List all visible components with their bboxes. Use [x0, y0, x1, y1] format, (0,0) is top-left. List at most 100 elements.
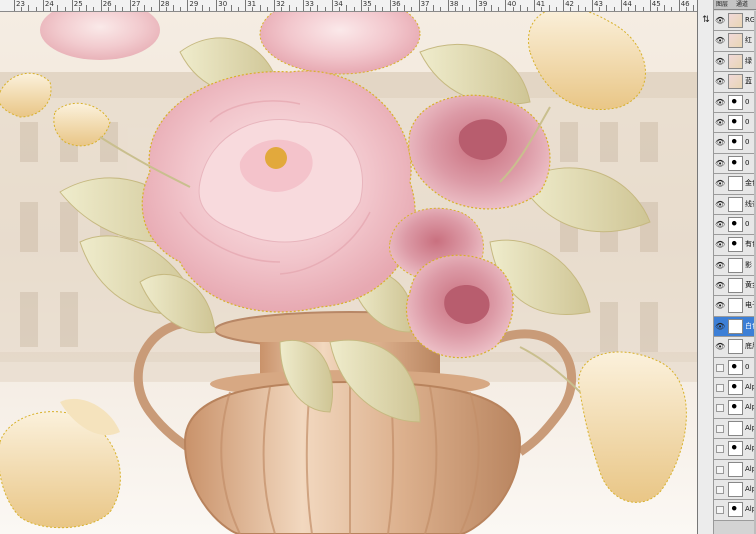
layer-row[interactable]: 👁底层	[714, 337, 755, 358]
layer-thumbnail	[728, 53, 743, 69]
layer-row[interactable]: 👁RGB	[714, 11, 755, 32]
ruler-tick	[613, 7, 615, 11]
ruler-tick	[606, 5, 608, 11]
layer-row[interactable]: 👁 0	[714, 133, 754, 154]
ruler-tick	[635, 5, 637, 11]
eye-icon[interactable]: 👁	[715, 57, 725, 67]
ruler-tick	[411, 7, 413, 11]
layer-list: 👁RGB👁红👁绿👁蓝👁0👁0👁0👁0👁金色👁线条👁0👁有色👁影👁黄金👁电子👁白色…	[714, 11, 755, 534]
ruler-tick	[180, 7, 182, 11]
eye-icon[interactable]: 👁	[715, 240, 725, 250]
ruler-tick	[201, 5, 203, 11]
layer-row[interactable]: 👁 0	[714, 92, 754, 113]
layer-row[interactable]: Alpha	[714, 418, 755, 440]
eye-icon[interactable]: 👁	[715, 261, 725, 271]
layer-thumbnail	[728, 13, 743, 28]
photoshop-window: 23 24 25 26 27 28 29 30 31 32 33 34 35 36 37 38 39 40 41 42…	[0, 0, 756, 534]
layer-thumbnail	[728, 502, 743, 518]
layer-thumbnail	[728, 94, 743, 110]
eye-icon[interactable]: 👁	[715, 220, 725, 230]
layer-row[interactable]: 👁线条	[714, 194, 755, 215]
ruler-tick	[339, 7, 341, 11]
visibility-toggle-icon[interactable]	[716, 506, 724, 515]
visibility-toggle-icon[interactable]	[716, 424, 724, 433]
eye-icon[interactable]: 👁	[715, 179, 725, 189]
visibility-toggle-icon[interactable]	[716, 404, 724, 413]
ruler-tick	[685, 7, 687, 11]
ruler-tick	[50, 7, 52, 11]
layer-row[interactable]: Alpha	[714, 459, 755, 480]
layer-row[interactable]: 👁白色	[714, 316, 755, 338]
layer-thumbnail	[728, 318, 743, 334]
ruler-tick	[498, 7, 500, 11]
layer-thumbnail	[728, 196, 743, 212]
layer-row[interactable]: 👁 0	[714, 153, 754, 175]
move-tool-icon[interactable]: ⇅	[700, 14, 712, 26]
ruler-tick	[555, 7, 557, 11]
layer-row[interactable]: 👁 影	[714, 255, 754, 277]
ruler-tick	[129, 0, 131, 11]
ruler-tick	[216, 0, 218, 11]
ruler-tick	[476, 0, 478, 11]
layer-row[interactable]: Alpha	[714, 479, 755, 501]
visibility-toggle-icon[interactable]	[716, 445, 724, 454]
ruler-tick	[57, 5, 59, 11]
ruler-tick	[64, 7, 66, 11]
layer-row[interactable]: 👁电子	[714, 296, 755, 317]
layer-row[interactable]: 👁 绿	[714, 51, 754, 73]
visibility-toggle-icon[interactable]	[716, 384, 724, 393]
layer-row[interactable]: Alpha	[714, 398, 755, 419]
layer-row[interactable]: 👁金色	[714, 174, 755, 195]
eye-icon[interactable]: 👁	[715, 16, 725, 26]
eye-icon[interactable]: 👁	[715, 138, 725, 148]
layer-thumbnail	[728, 339, 743, 355]
layer-thumbnail	[728, 400, 743, 416]
eye-icon[interactable]: 👁	[715, 98, 725, 108]
ruler-tick	[346, 5, 348, 11]
eye-icon[interactable]: 👁	[715, 342, 725, 352]
ruler-tick	[642, 7, 644, 11]
visibility-toggle-icon[interactable]	[716, 465, 724, 474]
tab-channels[interactable]: 通道	[736, 1, 748, 9]
layer-row[interactable]: 👁 0	[714, 112, 754, 134]
layer-row[interactable]: 👁 红	[714, 31, 754, 52]
tab-layers[interactable]: 图层	[716, 1, 728, 9]
eye-icon[interactable]: 👁	[715, 281, 725, 291]
layer-row[interactable]: 👁 蓝	[714, 72, 754, 93]
visibility-toggle-icon[interactable]	[716, 363, 724, 372]
ruler-tick	[548, 5, 550, 11]
document-canvas[interactable]	[0, 12, 697, 534]
layer-thumbnail	[728, 441, 743, 457]
eye-icon[interactable]: 👁	[715, 118, 725, 128]
layer-row[interactable]: 👁有色	[714, 235, 755, 256]
ruler-tick	[303, 0, 304, 11]
visibility-toggle-icon[interactable]	[716, 485, 724, 494]
layer-row[interactable]: 0	[714, 357, 754, 379]
eye-icon[interactable]: 👁	[715, 200, 725, 210]
eye-icon[interactable]: 👁	[715, 322, 725, 332]
layer-thumbnail	[728, 237, 743, 253]
ruler-tick	[274, 0, 276, 11]
layer-row[interactable]: Alpha	[714, 500, 755, 521]
ruler-tick	[512, 7, 514, 11]
horizontal-ruler[interactable]: 23 24 25 26 27 28 29 30 31 32 33 34 35 36 37 38 39 40 41 42…	[0, 0, 697, 12]
eye-icon[interactable]: 👁	[715, 301, 725, 311]
layer-row[interactable]: 👁黄金	[714, 276, 755, 297]
eye-icon[interactable]: 👁	[715, 159, 725, 169]
ruler-tick	[100, 0, 102, 11]
top-peony	[259, 12, 421, 75]
eye-icon[interactable]: 👁	[715, 36, 725, 46]
layer-thumbnail	[728, 114, 743, 130]
layer-row[interactable]: Alpha	[714, 378, 755, 399]
ruler-tick	[469, 7, 471, 11]
layer-thumbnail	[728, 135, 743, 151]
eye-icon[interactable]: 👁	[715, 77, 725, 87]
layer-thumbnail	[728, 420, 743, 436]
layer-thumbnail	[728, 74, 743, 90]
ruler-tick	[93, 7, 95, 11]
ruler-tick	[425, 7, 427, 11]
ruler-tick	[620, 0, 622, 11]
layer-thumbnail	[728, 359, 743, 375]
layer-row[interactable]: 👁 0	[714, 214, 754, 236]
layer-row[interactable]: Alpha	[714, 439, 755, 460]
